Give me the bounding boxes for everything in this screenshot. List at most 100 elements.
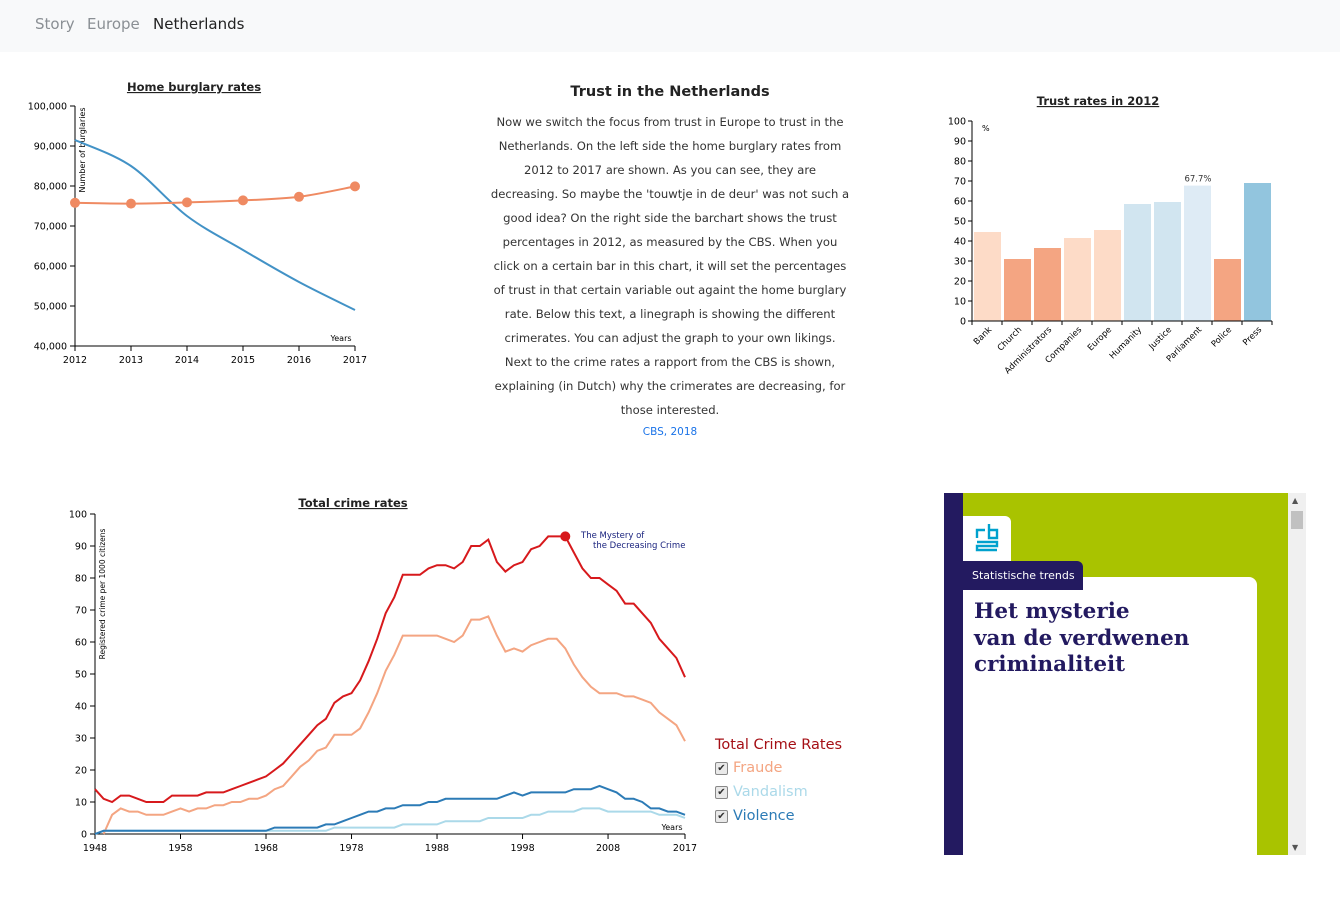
y-tick-label: 90 xyxy=(954,137,966,148)
x-tick-label: 1978 xyxy=(339,843,363,854)
y-tick-label: 80 xyxy=(954,157,966,168)
x-tick-label: 2013 xyxy=(119,355,143,366)
report-title-line1: Het mysterie xyxy=(974,599,1130,624)
crime-legend: Total Crime Rates ✔ Fraude ✔ Vandalism ✔ Vi… xyxy=(715,737,842,828)
cbs-logo xyxy=(963,516,1011,562)
y-tick-label: 30 xyxy=(954,257,966,268)
scroll-up-arrow-icon[interactable]: ▲ xyxy=(1292,496,1298,505)
cbs-logo-icon xyxy=(975,524,999,552)
x-tick-label: 2012 xyxy=(63,355,87,366)
legend-item-violence[interactable]: ✔ Violence xyxy=(715,804,842,828)
crime-series-line-fraude xyxy=(102,615,686,835)
trust-bar-parliament[interactable] xyxy=(1184,185,1211,321)
scroll-thumb[interactable] xyxy=(1291,511,1303,529)
intro-section: Trust in the Netherlands Now we switch t… xyxy=(490,84,850,438)
y-tick-label: 70 xyxy=(75,606,87,617)
y-tick-label: 40,000 xyxy=(34,342,67,353)
x-tick-label: 1998 xyxy=(510,843,534,854)
x-tick-label: 1988 xyxy=(425,843,449,854)
crime-x-axis-label: Years xyxy=(660,823,682,832)
legend-label-violence: Violence xyxy=(733,808,795,824)
y-tick-label: 100 xyxy=(69,510,87,521)
x-tick-label: 2016 xyxy=(287,355,311,366)
trust-bar-bank[interactable] xyxy=(974,232,1001,321)
burglary-y-axis-label: Number of burglaries xyxy=(78,107,87,192)
trust-bar-police[interactable] xyxy=(1214,259,1241,321)
report-navy-band xyxy=(944,493,963,855)
legend-item-vandalism[interactable]: ✔ Vandalism xyxy=(715,780,842,804)
intro-title: Trust in the Netherlands xyxy=(570,84,770,100)
y-tick-label: 100 xyxy=(948,117,966,128)
cbs-report-viewer[interactable]: Statistische trends Het mysterie van de … xyxy=(944,493,1306,855)
x-tick-label: 2008 xyxy=(596,843,620,854)
y-tick-label: 0 xyxy=(81,830,87,841)
trust-category-label: Humanity xyxy=(1108,325,1144,361)
annotation-line1: The Mystery of xyxy=(580,531,645,541)
y-tick-label: 90,000 xyxy=(34,142,67,153)
trust-y-axis-label: % xyxy=(982,124,990,133)
y-tick-label: 80,000 xyxy=(34,182,67,193)
trust-bar-church[interactable] xyxy=(1004,259,1031,321)
y-tick-label: 40 xyxy=(75,702,87,713)
annotation-marker xyxy=(560,531,571,542)
legend-title: Total Crime Rates xyxy=(715,737,843,753)
report-tag: Statistische trends xyxy=(963,561,1083,590)
y-tick-label: 10 xyxy=(75,798,87,809)
y-tick-label: 70 xyxy=(954,177,966,188)
trust-bar-press[interactable] xyxy=(1244,183,1271,321)
y-tick-label: 50 xyxy=(75,670,87,681)
burglary-data-point xyxy=(294,191,304,202)
report-title: Het mysterie van de verdwenen criminalit… xyxy=(974,599,1254,679)
report-scrollbar[interactable]: ▲ ▼ xyxy=(1288,493,1306,855)
y-tick-label: 40 xyxy=(954,237,966,248)
x-tick-label: 2017 xyxy=(673,843,697,854)
burglary-data-point xyxy=(126,198,136,209)
nav-netherlands[interactable]: Netherlands xyxy=(153,15,244,33)
trust-category-label: Police xyxy=(1210,325,1235,350)
burglary-data-point xyxy=(238,195,248,206)
trust-bar-europe[interactable] xyxy=(1094,230,1121,321)
burglary-x-axis-label: Years xyxy=(329,334,351,343)
nav-europe[interactable]: Europe xyxy=(87,15,140,33)
report-title-line3: criminaliteit xyxy=(974,652,1126,677)
x-tick-label: 1948 xyxy=(83,843,107,854)
burglary-series-line-1 xyxy=(74,185,356,205)
x-tick-label: 1968 xyxy=(254,843,278,854)
trust-category-label: Europe xyxy=(1086,325,1114,353)
y-tick-label: 20 xyxy=(954,277,966,288)
x-tick-label: 2014 xyxy=(175,355,199,366)
y-tick-label: 0 xyxy=(960,317,966,328)
vandalism-checkbox[interactable]: ✔ xyxy=(715,786,728,799)
fraude-checkbox[interactable]: ✔ xyxy=(715,762,728,775)
scroll-down-arrow-icon[interactable]: ▼ xyxy=(1292,843,1298,852)
trust-bar-companies[interactable] xyxy=(1064,238,1091,321)
y-tick-label: 80 xyxy=(75,574,87,585)
x-tick-label: 1958 xyxy=(168,843,192,854)
trust-category-label: Press xyxy=(1241,325,1264,348)
legend-label-vandalism: Vandalism xyxy=(733,784,808,800)
nav-story[interactable]: Story xyxy=(35,15,75,33)
y-tick-label: 50,000 xyxy=(34,302,67,313)
x-tick-label: 2015 xyxy=(231,355,255,366)
burglary-data-point xyxy=(70,197,80,208)
trust-chart-title: Trust rates in 2012 xyxy=(1037,94,1160,108)
y-tick-label: 60 xyxy=(954,197,966,208)
top-navbar: Story Europe Netherlands xyxy=(0,0,1340,52)
trust-rates-chart: Trust rates in 2012Bank ChurchAdministrat… xyxy=(948,94,1273,376)
report-title-line2: van de verdwenen xyxy=(974,625,1190,651)
cbs-link[interactable]: CBS, 2018 xyxy=(490,426,850,438)
report-cover: Statistische trends Het mysterie van de … xyxy=(944,493,1288,855)
trust-category-label: Bank xyxy=(972,325,994,347)
burglary-data-point xyxy=(350,181,360,192)
annotation-line2: the Decreasing Crime xyxy=(593,541,685,551)
trust-bar-humanity[interactable] xyxy=(1124,204,1151,321)
legend-item-fraude[interactable]: ✔ Fraude xyxy=(715,756,842,780)
y-tick-label: 30 xyxy=(75,734,87,745)
violence-checkbox[interactable]: ✔ xyxy=(715,810,728,823)
crime-chart-title: Total crime rates xyxy=(298,496,407,510)
trust-bar-administrators[interactable] xyxy=(1034,248,1061,321)
burglary-data-point xyxy=(182,197,192,208)
trust-bar-justice[interactable] xyxy=(1154,202,1181,321)
trust-value-label: 67.7% xyxy=(1184,175,1211,185)
y-tick-label: 60,000 xyxy=(34,262,67,273)
